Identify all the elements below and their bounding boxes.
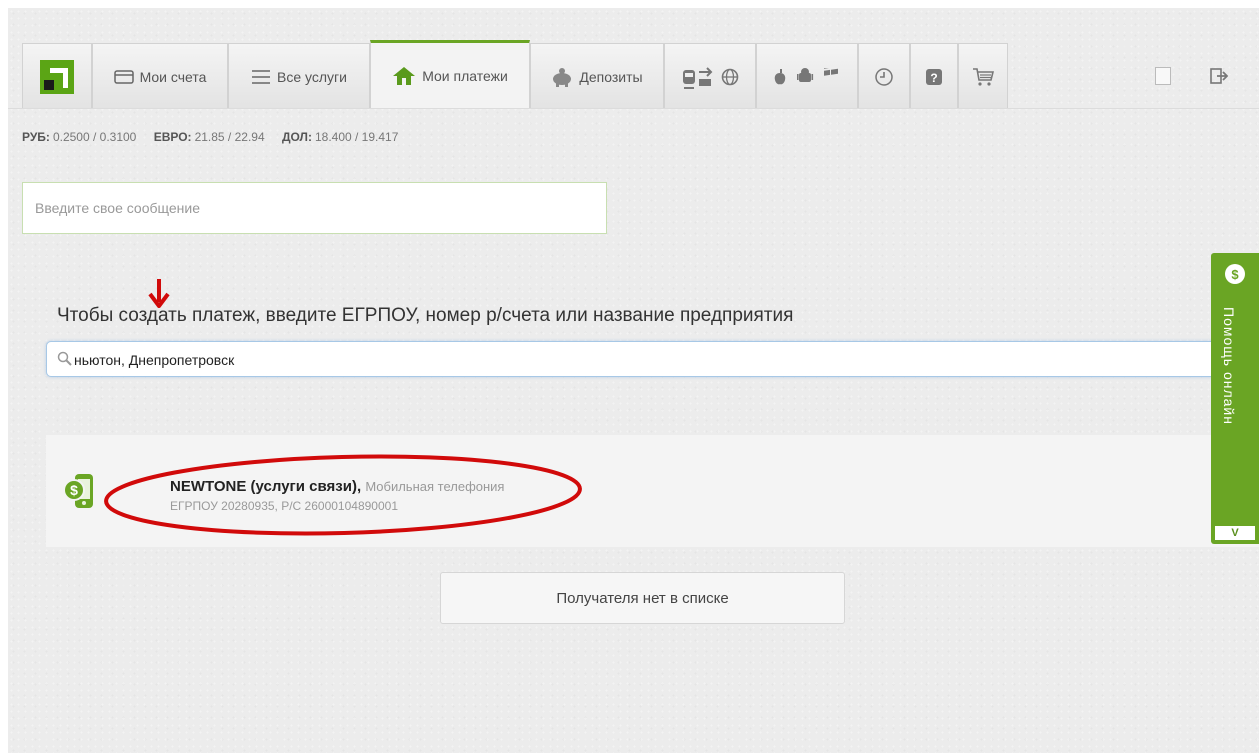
message-input[interactable]: Введите свое сообщение: [22, 182, 607, 234]
tab-accounts[interactable]: Мои счета: [92, 43, 228, 109]
tab-shop[interactable]: [958, 43, 1008, 109]
help-online-tab[interactable]: $ Помощь онлайн V: [1211, 253, 1259, 544]
currency-rates: РУБ: 0.2500 / 0.3100 ЕВРО: 21.85 / 22.94 Д…: [22, 130, 412, 144]
train-plane-icon: [683, 66, 713, 89]
privatbank-logo-tab[interactable]: [22, 43, 92, 109]
list-icon: [252, 69, 271, 84]
annotation-arrow-icon: [148, 279, 170, 308]
payment-instruction-heading: Чтобы создать платеж, введите ЕГРПОУ, но…: [57, 305, 794, 326]
apple-android-windows-icon: [774, 67, 838, 84]
search-results: $ NEWTONE (услуги связи), Мобильная теле…: [46, 435, 1259, 547]
search-icon: [57, 351, 72, 366]
tab-my-payments-label: Мои платежи: [422, 68, 508, 84]
rub-label: РУБ:: [22, 130, 50, 144]
mobile-payment-icon: $: [63, 474, 93, 508]
recipient-search-input[interactable]: ньютон, Днепропетровск: [46, 341, 1226, 377]
eur-rate: 21.85 / 22.94: [194, 130, 265, 144]
tab-accounts-label: Мои счета: [139, 68, 207, 85]
tab-bar-divider: [8, 108, 1259, 109]
message-placeholder: Введите свое сообщение: [35, 200, 200, 216]
svg-text:?: ?: [930, 71, 937, 85]
recipient-not-listed-button[interactable]: Получателя нет в списке: [440, 572, 845, 624]
user-avatar-image[interactable]: [1155, 67, 1171, 85]
annotation-ellipse: [104, 454, 582, 536]
tab-deposits[interactable]: Депозиты: [530, 43, 664, 109]
help-collapse-button[interactable]: V: [1215, 526, 1255, 540]
svg-text:$: $: [70, 482, 78, 498]
logout-icon[interactable]: [1210, 67, 1229, 90]
tab-history[interactable]: [858, 43, 910, 109]
help-online-label: Помощь онлайн: [1221, 307, 1237, 425]
home-icon: [393, 67, 416, 85]
usd-rate: 18.400 / 19.417: [314, 130, 399, 144]
tab-deposits-label: Депозиты: [579, 68, 643, 85]
piggy-bank-icon: [553, 67, 572, 87]
globe-icon: [721, 68, 739, 85]
tab-mobile-apps[interactable]: [756, 43, 858, 109]
tab-bar: Мои счета Все услуги Мои платежи Депозит…: [8, 32, 1259, 109]
tab-all-services[interactable]: Все услуги: [228, 43, 370, 109]
cart-icon: [973, 67, 994, 86]
tab-all-services-label: Все услуги: [277, 68, 347, 85]
refresh-icon: [875, 67, 893, 86]
chat-icon: $: [1225, 264, 1245, 284]
page: Мои счета Все услуги Мои платежи Депозит…: [8, 8, 1259, 753]
privatbank-logo: [40, 59, 74, 94]
question-icon: ?: [926, 68, 942, 85]
rub-rate: 0.2500 / 0.3100: [52, 130, 137, 144]
usd-label: ДОЛ:: [281, 130, 312, 144]
svg-text:$: $: [1231, 267, 1239, 282]
tab-travel[interactable]: [664, 43, 756, 109]
tab-my-payments[interactable]: Мои платежи: [370, 40, 530, 109]
card-icon: [113, 69, 134, 84]
tab-help[interactable]: ?: [910, 43, 958, 109]
search-value: ньютон, Днепропетровск: [74, 352, 235, 368]
eur-label: ЕВРО:: [153, 130, 192, 144]
